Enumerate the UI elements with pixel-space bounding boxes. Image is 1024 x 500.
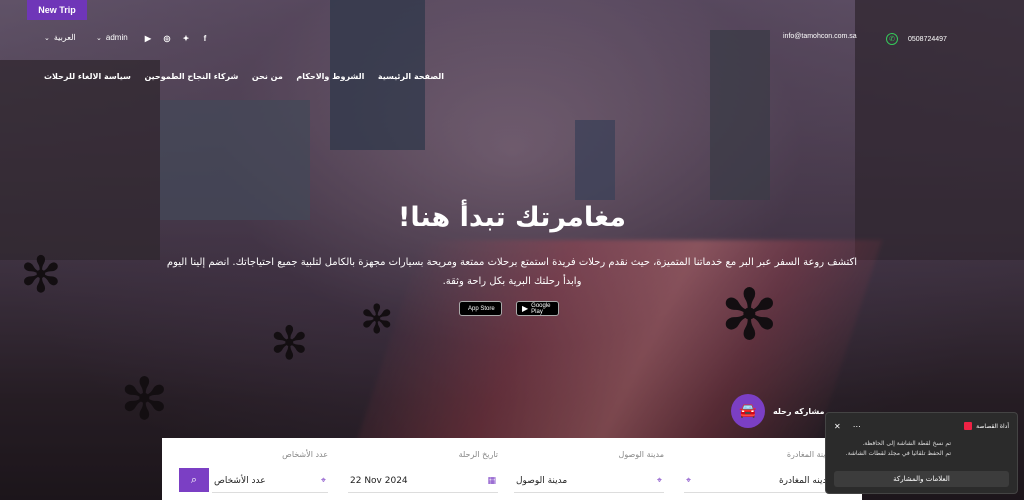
trip-search-form: مدينة المغادرة مدينه المغادرة ⌖ مدينة ال…: [162, 438, 862, 500]
play-store-icon: ▶: [522, 304, 529, 313]
markup-share-button[interactable]: العلامات والمشاركة: [834, 471, 1009, 487]
nav-item-about[interactable]: من نحن: [252, 72, 283, 81]
date-label: تاريخ الرحلة: [458, 450, 498, 459]
whatsapp-icon[interactable]: ✆: [886, 33, 898, 45]
language-selector[interactable]: ⌄ العربية: [44, 33, 76, 42]
chevron-down-icon: ⌄: [44, 34, 50, 42]
user-menu[interactable]: ⌄ admin: [96, 33, 128, 42]
persons-input[interactable]: ⌖ عدد الأشخاص: [212, 469, 328, 493]
toast-title: أداة القصاصة: [964, 422, 1009, 430]
toast-header: ✕ ⋯ أداة القصاصة: [834, 421, 1009, 431]
toast-controls: ✕ ⋯: [834, 422, 861, 431]
location-pin-icon: ⌖: [686, 475, 692, 486]
persons-label: عدد الأشخاص: [282, 450, 328, 459]
departure-label: مدينة المغادرة: [786, 450, 834, 459]
chevron-down-icon: ⌄: [96, 34, 102, 42]
app-store-label: App Store: [468, 305, 495, 312]
toast-line-2: تم الحفظ تلقائيا في مجلد لقطات الشاشة.: [845, 450, 951, 457]
app-store-badges: App Store ▶ Google Play: [459, 301, 559, 316]
nav-item-home[interactable]: الصفحة الرئيسية: [378, 72, 444, 81]
date-value: 22 Nov 2024: [350, 475, 408, 486]
more-options-icon[interactable]: ⋯: [853, 422, 861, 431]
arrival-value: مدينة الوصول: [516, 475, 568, 486]
instagram-icon[interactable]: ◎: [162, 33, 172, 43]
new-trip-button[interactable]: New Trip: [27, 0, 87, 20]
persons-field: عدد الأشخاص ⌖ عدد الأشخاص: [212, 450, 328, 493]
share-trip-button[interactable]: 🚘 مشاركه رحله: [731, 394, 824, 428]
toast-app-name: أداة القصاصة: [976, 422, 1009, 430]
facebook-icon[interactable]: f: [200, 33, 210, 43]
share-trip-label: مشاركه رحله: [773, 406, 825, 416]
nav-item-cancellation[interactable]: سياسة الالغاء للرحلات: [44, 72, 131, 81]
search-button[interactable]: ⌕: [179, 468, 209, 492]
location-pin-icon: ⌖: [656, 475, 662, 486]
nav-item-partners[interactable]: شركاء النجاح الطموحين: [144, 72, 238, 81]
social-links: ▶ ◎ ✦ f: [143, 33, 210, 43]
google-play-badge[interactable]: ▶ Google Play: [516, 301, 559, 316]
youtube-icon[interactable]: ▶: [143, 33, 153, 43]
arrival-select[interactable]: ⌖ مدينة الوصول: [514, 469, 664, 493]
hero-description: اكتشف روعة السفر عبر البر مع خدماتنا الم…: [166, 257, 858, 287]
car-icon: 🚘: [731, 394, 765, 428]
app-store-badge[interactable]: App Store: [459, 301, 502, 316]
toast-line-1: تم نسخ لقطة الشاشة إلى الحافظة.: [862, 440, 951, 447]
language-label: العربية: [53, 33, 76, 42]
date-field: تاريخ الرحلة ▦ 22 Nov 2024: [348, 450, 498, 493]
persons-value: عدد الأشخاص: [214, 475, 266, 486]
twitter-icon[interactable]: ✦: [181, 33, 191, 43]
arrival-field: مدينة الوصول ⌖ مدينة الوصول: [514, 450, 665, 493]
contact-email[interactable]: info@tamohcon.com.sa: [783, 33, 857, 40]
phone-number: 0508724497: [908, 35, 947, 43]
toast-message: تم نسخ لقطة الشاشة إلى الحافظة. تم الحفظ…: [834, 439, 951, 459]
calendar-icon: ▦: [487, 475, 496, 486]
location-pin-icon: ⌖: [320, 475, 326, 486]
google-play-label: Google Play: [531, 302, 551, 315]
snipping-tool-notification: ✕ ⋯ أداة القصاصة تم نسخ لقطة الشاشة إلى …: [825, 412, 1018, 494]
search-icon: ⌕: [190, 473, 198, 486]
user-name: admin: [105, 33, 128, 42]
departure-field: مدينة المغادرة مدينه المغادرة ⌖: [684, 450, 834, 493]
nav-item-terms[interactable]: الشروط والاحكام: [296, 72, 364, 81]
hero-title: مغامرتك تبدأ هنا!: [398, 202, 626, 233]
contact-phone[interactable]: ✆ 0508724497: [886, 33, 947, 45]
snipping-tool-icon: [964, 422, 973, 430]
close-icon[interactable]: ✕: [834, 422, 841, 431]
main-nav: الصفحة الرئيسية الشروط والاحكام من نحن ش…: [44, 72, 444, 81]
departure-select[interactable]: مدينه المغادرة ⌖: [684, 469, 834, 493]
arrival-label: مدينة الوصول: [618, 450, 665, 459]
date-input[interactable]: ▦ 22 Nov 2024: [348, 469, 498, 493]
